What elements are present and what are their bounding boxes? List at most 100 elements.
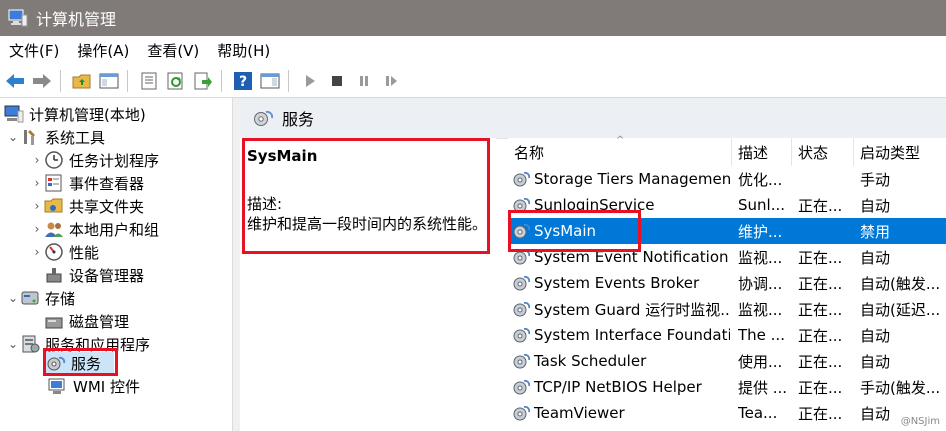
service-desc-cell: Tea... xyxy=(738,404,778,422)
tree-label: 设备管理器 xyxy=(69,266,145,285)
service-row[interactable]: Task Scheduler 使用... 正在... 自动 xyxy=(508,348,946,374)
service-startup-cell: 自动 xyxy=(860,248,891,267)
tree-label: 任务计划程序 xyxy=(69,151,160,170)
tree-item-disk-management[interactable]: 磁盘管理 xyxy=(44,310,129,332)
storage-icon xyxy=(20,289,40,307)
column-header-status[interactable]: 状态 xyxy=(792,138,854,166)
service-row[interactable]: System Events Broker 协调... 正在... 自动(触发... xyxy=(508,270,946,296)
chevron-right-icon[interactable]: › xyxy=(30,199,44,213)
stop-service-icon[interactable] xyxy=(325,69,349,93)
menu-view[interactable]: 查看(V) xyxy=(138,40,208,61)
resume-service-icon[interactable] xyxy=(379,69,403,93)
chevron-right-icon[interactable]: › xyxy=(30,153,44,167)
service-name: System Guard 运行时监视... xyxy=(534,300,730,319)
service-status-cell: 正在... xyxy=(798,248,843,267)
highlight-box xyxy=(43,348,118,376)
tree-label: 事件查看器 xyxy=(69,174,145,193)
refresh-icon[interactable] xyxy=(164,69,188,93)
navigation-tree: 计算机管理(本地) ⌄ 系统工具 › 任务计划程序 › 事件查看器 › 共享文件… xyxy=(0,98,232,431)
pause-service-icon[interactable] xyxy=(352,69,376,93)
service-status-cell: 正在... xyxy=(798,196,843,215)
chevron-down-icon[interactable]: ⌄ xyxy=(6,337,20,351)
column-header-desc[interactable]: 描述 xyxy=(732,138,792,166)
service-row[interactable]: System Guard 运行时监视... 监视... 正在... 自动(延迟... xyxy=(508,296,946,322)
tree-item-task-scheduler[interactable]: › 任务计划程序 xyxy=(30,149,159,171)
service-gear-icon xyxy=(512,274,531,292)
tree-item-local-users[interactable]: › 本地用户和组 xyxy=(30,218,159,240)
service-name-cell: TCP/IP NetBIOS Helper xyxy=(512,374,730,400)
service-desc-cell: 协调... xyxy=(738,274,783,293)
menu-action[interactable]: 操作(A) xyxy=(68,40,138,61)
tree-label: 磁盘管理 xyxy=(69,312,130,331)
chevron-right-icon[interactable]: › xyxy=(30,176,44,190)
export-list-icon[interactable] xyxy=(191,69,215,93)
service-desc-cell: 提供 ... xyxy=(738,378,788,397)
properties-icon[interactable] xyxy=(137,69,161,93)
services-gear-icon xyxy=(252,108,274,128)
menu-help[interactable]: 帮助(H) xyxy=(208,40,279,61)
service-startup-cell: 自动(触发... xyxy=(860,274,941,293)
tools-icon xyxy=(20,128,40,146)
service-name: Task Scheduler xyxy=(534,352,647,370)
tree-label: 性能 xyxy=(69,243,100,262)
forward-arrow-icon[interactable] xyxy=(30,69,54,93)
chevron-right-icon[interactable]: › xyxy=(30,245,44,259)
show-hide-tree-icon[interactable] xyxy=(97,69,121,93)
service-desc-cell: 维护... xyxy=(738,222,783,241)
service-name-cell: System Guard 运行时监视... xyxy=(512,296,730,322)
service-startup-cell: 手动 xyxy=(860,170,891,189)
start-service-icon[interactable] xyxy=(298,69,322,93)
service-gear-icon xyxy=(512,170,531,188)
service-name: System Interface Foundati... xyxy=(534,326,730,344)
service-gear-icon xyxy=(512,378,531,396)
tree-item-storage[interactable]: ⌄ 存储 xyxy=(6,287,75,309)
performance-icon xyxy=(44,243,64,261)
service-row[interactable]: TeamViewer Tea... 正在... 自动 xyxy=(508,400,946,426)
toolbar-separator xyxy=(60,69,61,92)
service-row[interactable]: System Interface Foundati... The ... 正在...… xyxy=(508,322,946,348)
chevron-down-icon[interactable]: ⌄ xyxy=(6,291,20,305)
service-name: TeamViewer xyxy=(534,404,625,422)
tree-label: 计算机管理(本地) xyxy=(29,105,146,124)
chevron-down-icon[interactable]: ⌄ xyxy=(6,130,20,144)
service-gear-icon xyxy=(512,352,531,370)
services-pane: 服务 SysMain 描述: 维护和提高一段时间内的系统性能。 ^ 名称 描述 … xyxy=(240,98,946,431)
service-name: Storage Tiers Management xyxy=(534,170,730,188)
service-desc-cell: 使用... xyxy=(738,352,783,371)
menu-bar: 文件(F) 操作(A) 查看(V) 帮助(H) xyxy=(0,36,946,64)
service-row[interactable]: Storage Tiers Management 优化... 手动 xyxy=(508,166,946,192)
tree-item-system-tools[interactable]: ⌄ 系统工具 xyxy=(6,126,105,148)
tree-root[interactable]: 计算机管理(本地) xyxy=(4,103,146,125)
toolbar-separator xyxy=(127,69,128,92)
highlight-box xyxy=(508,210,641,252)
service-startup-cell: 自动 xyxy=(860,326,891,345)
service-status-cell: 正在... xyxy=(798,378,843,397)
tree-item-shared-folders[interactable]: › 共享文件夹 xyxy=(30,195,144,217)
chevron-right-icon[interactable]: › xyxy=(30,222,44,236)
service-row[interactable]: TCP/IP NetBIOS Helper 提供 ... 正在... 手动(触发... xyxy=(508,374,946,400)
tree-label: 系统工具 xyxy=(45,128,106,147)
tree-label: 共享文件夹 xyxy=(69,197,145,216)
tree-label: WMI 控件 xyxy=(73,377,140,396)
tree-item-wmi[interactable]: WMI 控件 xyxy=(48,375,140,397)
column-header-startup[interactable]: 启动类型 xyxy=(854,138,946,166)
tree-item-performance[interactable]: › 性能 xyxy=(30,241,99,263)
service-startup-cell: 自动 xyxy=(860,196,891,215)
help-icon[interactable]: ? xyxy=(231,69,255,93)
service-desc-cell: 监视... xyxy=(738,300,783,319)
service-gear-icon xyxy=(512,326,531,344)
tree-item-event-viewer[interactable]: › 事件查看器 xyxy=(30,172,144,194)
up-folder-icon[interactable] xyxy=(70,69,94,93)
column-label: 启动类型 xyxy=(860,143,921,162)
services-header: 服务 xyxy=(240,98,946,139)
tree-item-device-manager[interactable]: 设备管理器 xyxy=(44,264,144,286)
column-header-name[interactable]: ^ 名称 xyxy=(508,135,732,166)
back-arrow-icon[interactable] xyxy=(3,69,27,93)
show-action-pane-icon[interactable] xyxy=(258,69,282,93)
shared-folder-icon xyxy=(44,197,64,215)
service-name-cell: Storage Tiers Management xyxy=(512,166,730,192)
service-status-cell: 正在... xyxy=(798,326,843,345)
computer-management-icon xyxy=(8,9,28,27)
service-status-cell: 正在... xyxy=(798,404,843,423)
menu-file[interactable]: 文件(F) xyxy=(0,40,68,61)
